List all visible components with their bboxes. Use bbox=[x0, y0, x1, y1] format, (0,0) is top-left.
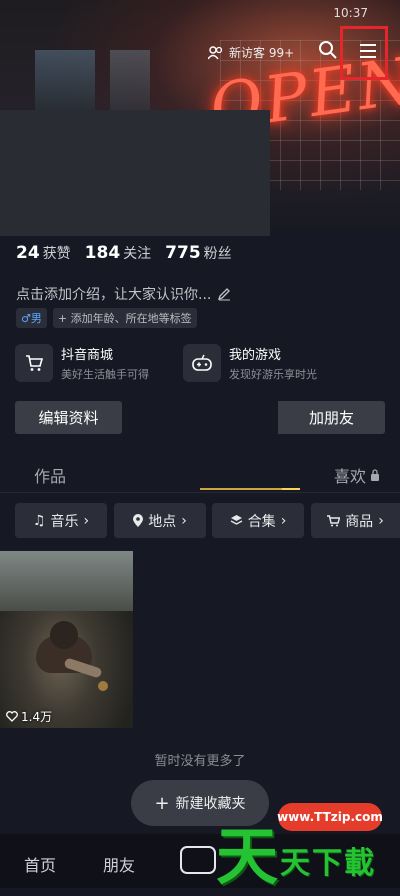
video-thumbnail[interactable]: 1.4万 bbox=[0, 551, 133, 728]
tab-likes-label: 喜欢 bbox=[334, 467, 367, 486]
nav-friends[interactable]: 朋友 bbox=[103, 852, 135, 876]
thumbnail-sky bbox=[0, 551, 133, 611]
chip-location[interactable]: 地点 › bbox=[114, 503, 206, 538]
location-pin-icon bbox=[133, 514, 144, 527]
chevron-right-icon: › bbox=[280, 512, 287, 529]
heart-icon bbox=[6, 711, 18, 722]
add-tags-button[interactable]: + 添加年龄、所在地等标签 bbox=[52, 308, 197, 328]
add-friend-button[interactable]: 加朋友 bbox=[278, 401, 385, 434]
edit-profile-button[interactable]: 编辑资料 bbox=[15, 401, 122, 434]
stat-following[interactable]: 184 关注 bbox=[85, 243, 152, 263]
video-likes: 1.4万 bbox=[6, 708, 52, 725]
bio-text: 点击添加介绍，让大家认识你... bbox=[16, 287, 212, 303]
profile-stats: 24 获赞 184 关注 775 粉丝 bbox=[16, 243, 232, 263]
visitors-icon bbox=[208, 45, 223, 59]
visitors-label: 新访客 99+ bbox=[229, 46, 295, 60]
banner-window bbox=[35, 50, 95, 110]
chip-collection-label: 合集 bbox=[247, 513, 276, 530]
chip-products[interactable]: 商品 › bbox=[311, 503, 400, 538]
music-note-icon: ♫ bbox=[32, 512, 46, 529]
new-visitors-button[interactable]: 新访客 99+ bbox=[208, 44, 294, 61]
shop-card[interactable]: 抖音商城 美好生活触手可得 bbox=[15, 343, 149, 383]
chevron-right-icon: › bbox=[83, 512, 90, 529]
gamepad-icon bbox=[183, 344, 221, 382]
tab-indicator-active bbox=[282, 488, 300, 490]
status-time: 10:37 bbox=[333, 6, 368, 20]
search-icon[interactable] bbox=[318, 40, 338, 60]
cart-icon bbox=[327, 514, 341, 526]
thumbnail-ball bbox=[98, 681, 108, 691]
games-card-title: 我的游戏 bbox=[229, 348, 282, 363]
edit-pencil-icon bbox=[218, 288, 231, 301]
plus-icon: + bbox=[154, 792, 170, 814]
shop-card-subtitle: 美好生活触手可得 bbox=[61, 368, 149, 381]
shop-card-title: 抖音商城 bbox=[61, 348, 114, 363]
nav-home[interactable]: 首页 bbox=[24, 852, 56, 876]
video-likes-count: 1.4万 bbox=[21, 710, 53, 724]
watermark-url: www.TTzip.com bbox=[277, 803, 383, 831]
lock-icon bbox=[371, 469, 380, 481]
profile-tags: ♂男 + 添加年龄、所在地等标签 bbox=[16, 308, 197, 328]
tab-likes[interactable]: 喜欢 bbox=[334, 463, 380, 487]
chip-music-label: 音乐 bbox=[50, 513, 79, 530]
watermark-logo: 天 bbox=[216, 820, 279, 893]
chip-music[interactable]: ♫ 音乐 › bbox=[15, 503, 107, 538]
cart-icon bbox=[15, 344, 53, 382]
watermark-text: 天下載 bbox=[280, 846, 376, 881]
tab-works[interactable]: 作品 bbox=[34, 463, 66, 487]
create-button[interactable] bbox=[180, 846, 216, 874]
chip-products-label: 商品 bbox=[345, 513, 374, 530]
games-card[interactable]: 我的游戏 发现好游乐享时光 bbox=[183, 343, 317, 383]
menu-icon[interactable] bbox=[360, 44, 376, 58]
bio[interactable]: 点击添加介绍，让大家认识你... bbox=[16, 284, 231, 304]
stat-likes[interactable]: 24 获赞 bbox=[16, 243, 71, 263]
chip-location-label: 地点 bbox=[148, 513, 177, 530]
stat-followers[interactable]: 775 粉丝 bbox=[165, 243, 232, 263]
layers-icon bbox=[230, 515, 242, 525]
tabs-divider bbox=[0, 492, 400, 493]
thumbnail-head bbox=[50, 621, 78, 649]
censored-profile-info bbox=[0, 110, 270, 236]
no-more-text: 暂时没有更多了 bbox=[154, 754, 246, 769]
games-card-subtitle: 发现好游乐享时光 bbox=[229, 368, 317, 381]
chevron-right-icon: › bbox=[378, 512, 384, 529]
gender-tag[interactable]: ♂男 bbox=[16, 308, 47, 328]
chevron-right-icon: › bbox=[181, 512, 187, 529]
chip-collection[interactable]: 合集 › bbox=[212, 503, 304, 538]
